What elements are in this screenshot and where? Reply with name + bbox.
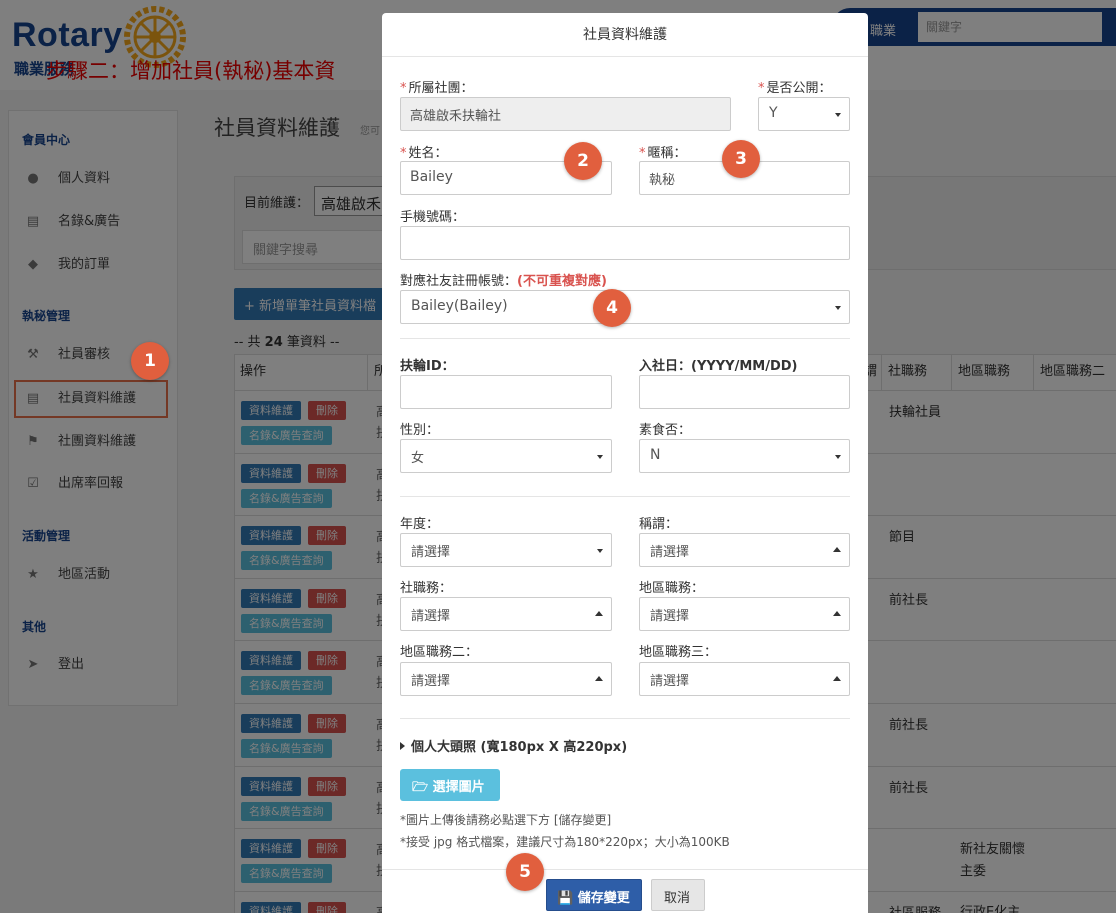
public-select[interactable]: Y xyxy=(758,97,850,131)
club-role-select[interactable]: 請選擇 xyxy=(400,597,612,631)
public-label: * 是否公開： xyxy=(758,81,832,96)
vegetarian-label: 素食否： xyxy=(639,423,692,438)
modal-title: 社員資料維護 xyxy=(382,13,868,57)
phone-label: 手機號碼： xyxy=(400,210,466,225)
step-badge-1: 1 xyxy=(131,342,169,380)
nickname-label: * 暱稱： xyxy=(639,146,687,161)
district-role2-label: 地區職務二： xyxy=(400,645,479,660)
step-badge-3: 3 xyxy=(722,140,760,178)
divider xyxy=(400,496,850,497)
member-edit-modal: 社員資料維護 * 所屬社團： 高雄啟禾扶輪社 * 是否公開： Y * 姓名： Bail… xyxy=(382,13,868,913)
modal-footer-divider xyxy=(382,869,868,870)
year-label: 年度： xyxy=(400,517,440,532)
save-changes-button[interactable]: 💾 儲存變更 xyxy=(546,879,642,911)
step-badge-4: 4 xyxy=(593,289,631,327)
vegetarian-select[interactable]: N xyxy=(639,439,850,473)
photo-section-toggle[interactable]: 個人大頭照 (寬180px X 高220px) xyxy=(400,736,627,755)
district-role-label: 地區職務： xyxy=(639,581,705,596)
phone-input[interactable] xyxy=(400,226,850,260)
step-badge-5: 5 xyxy=(506,853,544,891)
account-label: 對應社友註冊帳號：(不可重複對應) xyxy=(400,274,607,289)
divider xyxy=(400,718,850,719)
upload-note-1: *圖片上傳後請務必點選下方 [儲存變更] xyxy=(400,813,612,827)
district-role-select[interactable]: 請選擇 xyxy=(639,597,850,631)
choose-image-button[interactable]: 🗁 選擇圖片 xyxy=(400,769,500,801)
cancel-button[interactable]: 取消 xyxy=(651,879,705,911)
rotary-id-label: 扶輪ID： xyxy=(400,359,455,374)
club-label: * 所屬社團： xyxy=(400,81,474,96)
district-role2-select[interactable]: 請選擇 xyxy=(400,662,612,696)
club-role-label: 社職務： xyxy=(400,581,453,596)
gender-select[interactable]: 女 xyxy=(400,439,612,473)
year-select[interactable]: 請選擇 xyxy=(400,533,612,567)
save-icon: 💾 xyxy=(557,891,574,906)
divider xyxy=(400,338,850,339)
district-role3-label: 地區職務三： xyxy=(639,645,718,660)
name-label: * 姓名： xyxy=(400,146,448,161)
rotary-id-input[interactable] xyxy=(400,375,612,409)
gender-label: 性別： xyxy=(400,423,440,438)
district-role3-select[interactable]: 請選擇 xyxy=(639,662,850,696)
upload-note-2: *接受 jpg 格式檔案，建議尺寸為180*220px；大小為100KB xyxy=(400,835,730,849)
title-select[interactable]: 請選擇 xyxy=(639,533,850,567)
join-date-input[interactable] xyxy=(639,375,850,409)
caret-right-icon xyxy=(400,742,405,750)
folder-open-icon: 🗁 xyxy=(412,780,429,795)
step-badge-2: 2 xyxy=(564,142,602,180)
join-date-label: 入社日：(YYYY/MM/DD) xyxy=(639,359,798,374)
title-label: 稱謂： xyxy=(639,517,679,532)
club-field: 高雄啟禾扶輪社 xyxy=(400,97,731,131)
